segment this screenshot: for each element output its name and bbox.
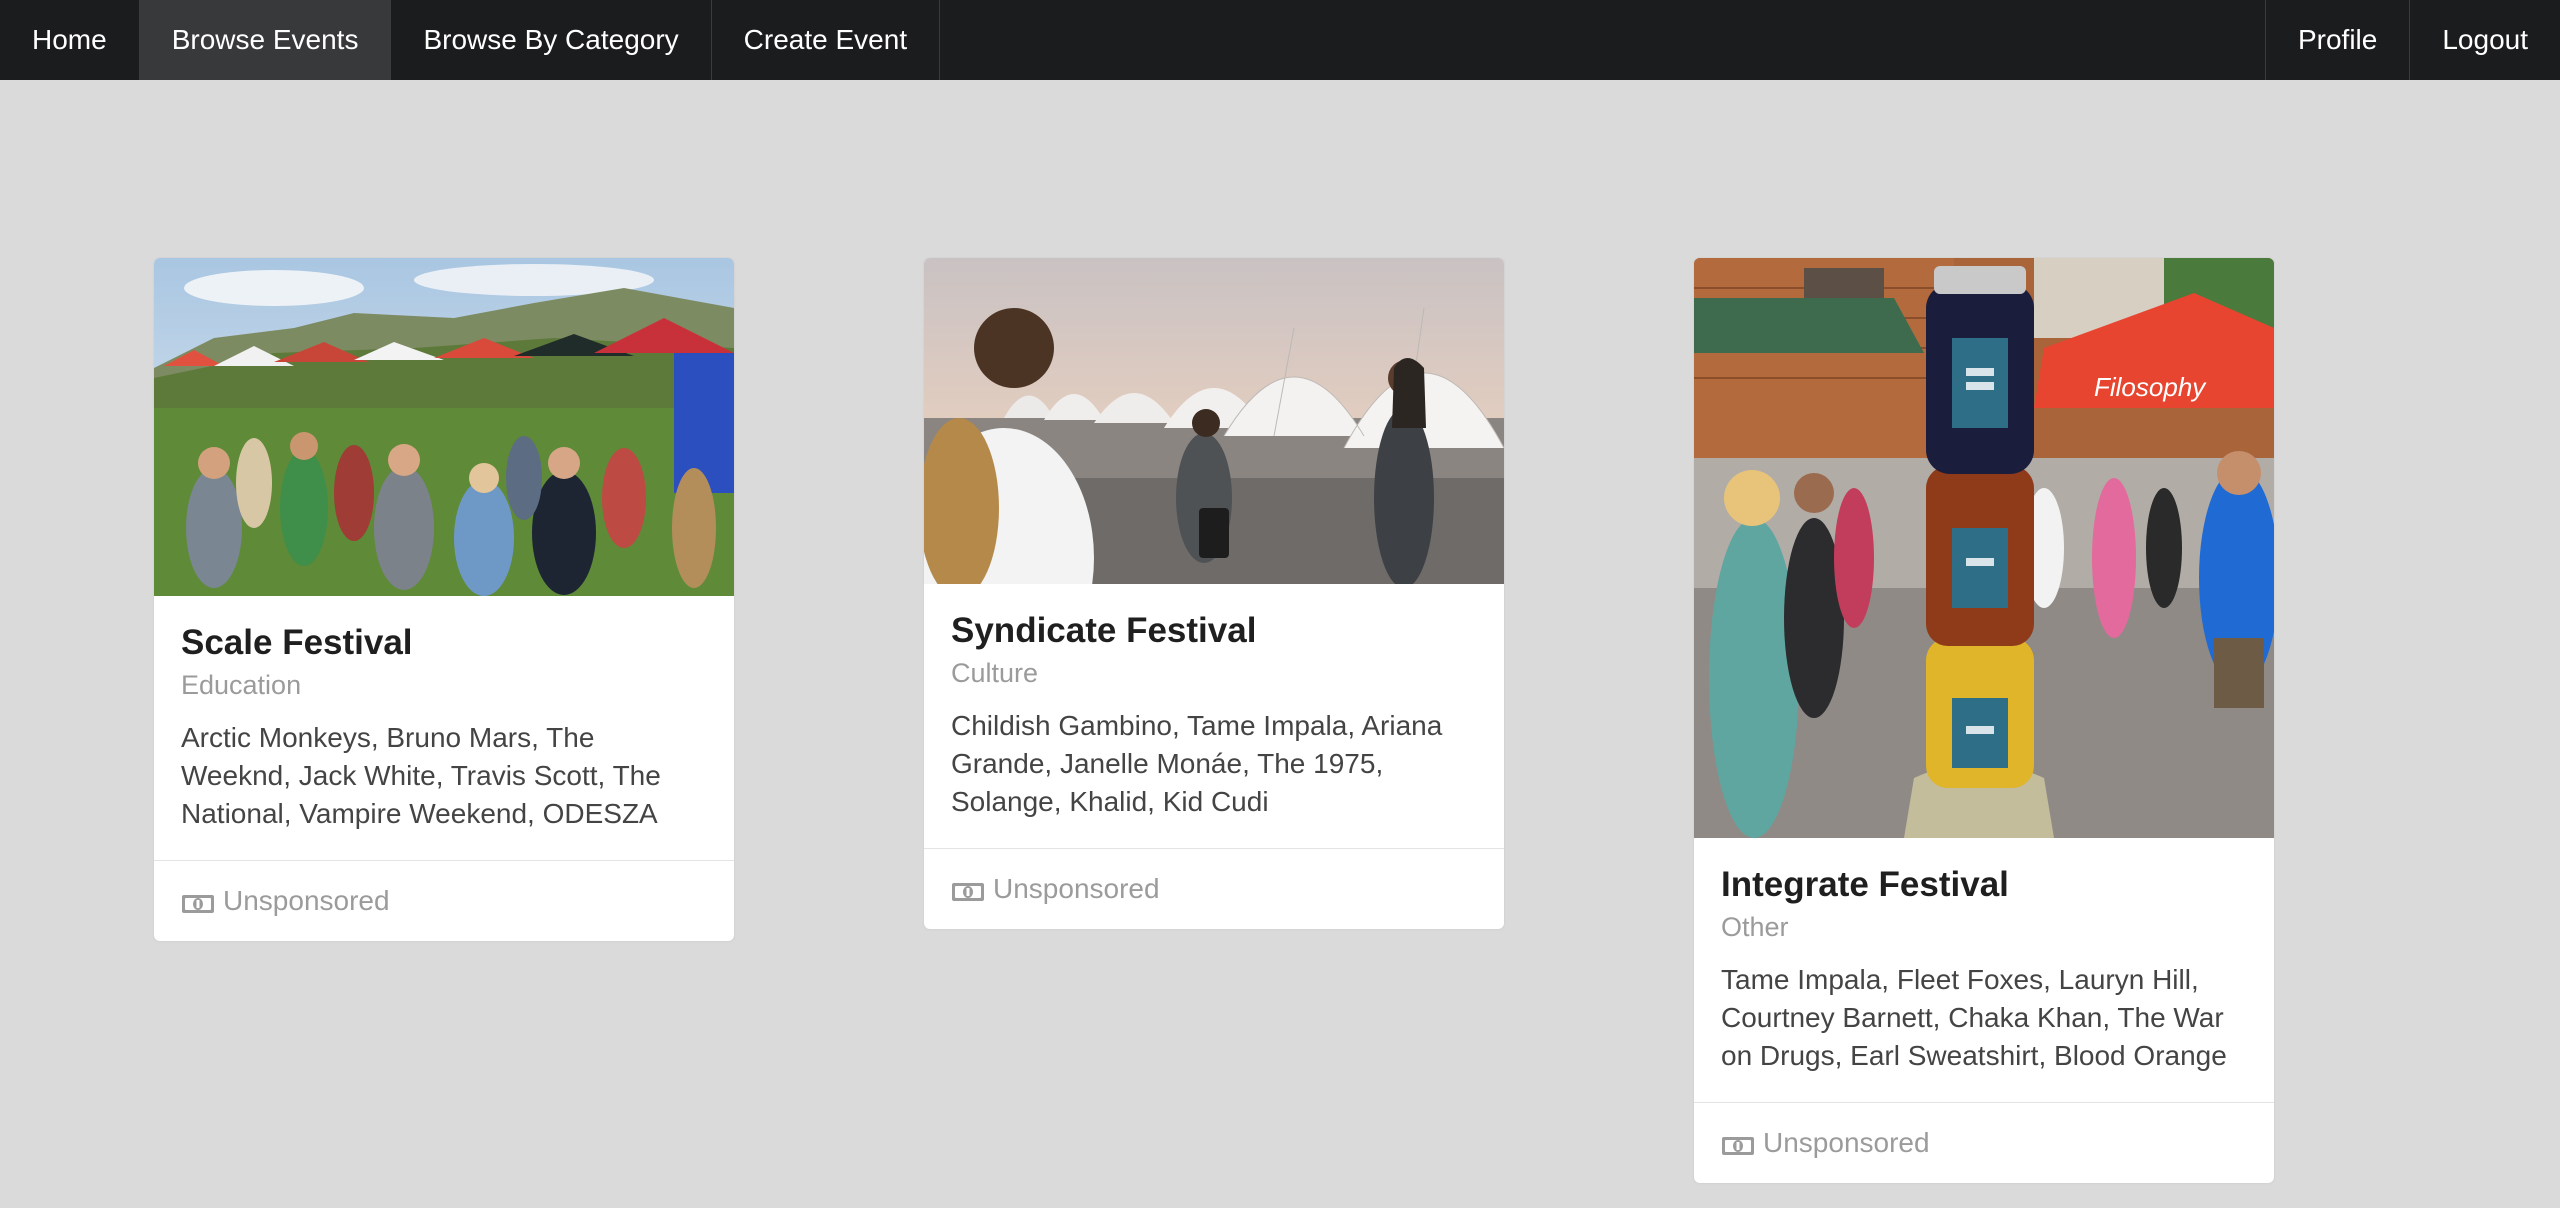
card-content: Integrate Festival Other Tame Impala, Fl… <box>1694 838 2274 1102</box>
money-icon <box>951 878 985 902</box>
event-category: Other <box>1721 912 1789 942</box>
sponsorship-label: Unsponsored <box>223 885 390 917</box>
sponsorship-status: Unsponsored <box>154 860 734 941</box>
tent-sign-text: Filosophy <box>2094 372 2207 402</box>
sponsorship-status: Unsponsored <box>924 848 1504 929</box>
event-title[interactable]: Scale Festival <box>181 622 707 664</box>
event-title[interactable]: Integrate Festival <box>1721 864 2247 906</box>
nav-profile[interactable]: Profile <box>2264 0 2409 80</box>
event-card-integrate-festival[interactable]: Filosophy Integrate Festival Other Tame … <box>1694 258 2274 1184</box>
event-lineup: Arctic Monkeys, Bruno Mars, The Weeknd, … <box>181 722 661 829</box>
sponsorship-status: Unsponsored <box>1694 1102 2274 1183</box>
card-content: Syndicate Festival Culture Childish Gamb… <box>924 584 1504 848</box>
money-icon <box>181 890 215 914</box>
event-lineup: Tame Impala, Fleet Foxes, Lauryn Hill, C… <box>1721 964 2227 1071</box>
nav-logout[interactable]: Logout <box>2409 0 2560 80</box>
event-title[interactable]: Syndicate Festival <box>951 610 1477 652</box>
event-image[interactable] <box>154 258 734 596</box>
event-lineup: Childish Gambino, Tame Impala, Ariana Gr… <box>951 710 1443 817</box>
nav-browse-events[interactable]: Browse Events <box>139 0 392 80</box>
card-content: Scale Festival Education Arctic Monkeys,… <box>154 596 734 860</box>
event-image[interactable] <box>924 258 1504 584</box>
event-card-syndicate-festival[interactable]: Syndicate Festival Culture Childish Gamb… <box>924 258 1504 930</box>
event-card-scale-festival[interactable]: Scale Festival Education Arctic Monkeys,… <box>154 258 734 942</box>
event-category: Education <box>181 670 302 700</box>
nav-create-event[interactable]: Create Event <box>712 0 941 80</box>
sponsorship-label: Unsponsored <box>993 873 1160 905</box>
event-category: Culture <box>951 658 1039 688</box>
sponsorship-label: Unsponsored <box>1763 1127 1930 1159</box>
nav-right-menu: Profile Logout <box>2264 0 2560 80</box>
nav-browse-by-category[interactable]: Browse By Category <box>391 0 712 80</box>
event-image[interactable]: Filosophy <box>1694 258 2274 838</box>
money-icon <box>1721 1132 1755 1156</box>
nav-home[interactable]: Home <box>0 0 140 80</box>
top-nav-bar: Home Browse Events Browse By Category Cr… <box>0 0 2560 80</box>
